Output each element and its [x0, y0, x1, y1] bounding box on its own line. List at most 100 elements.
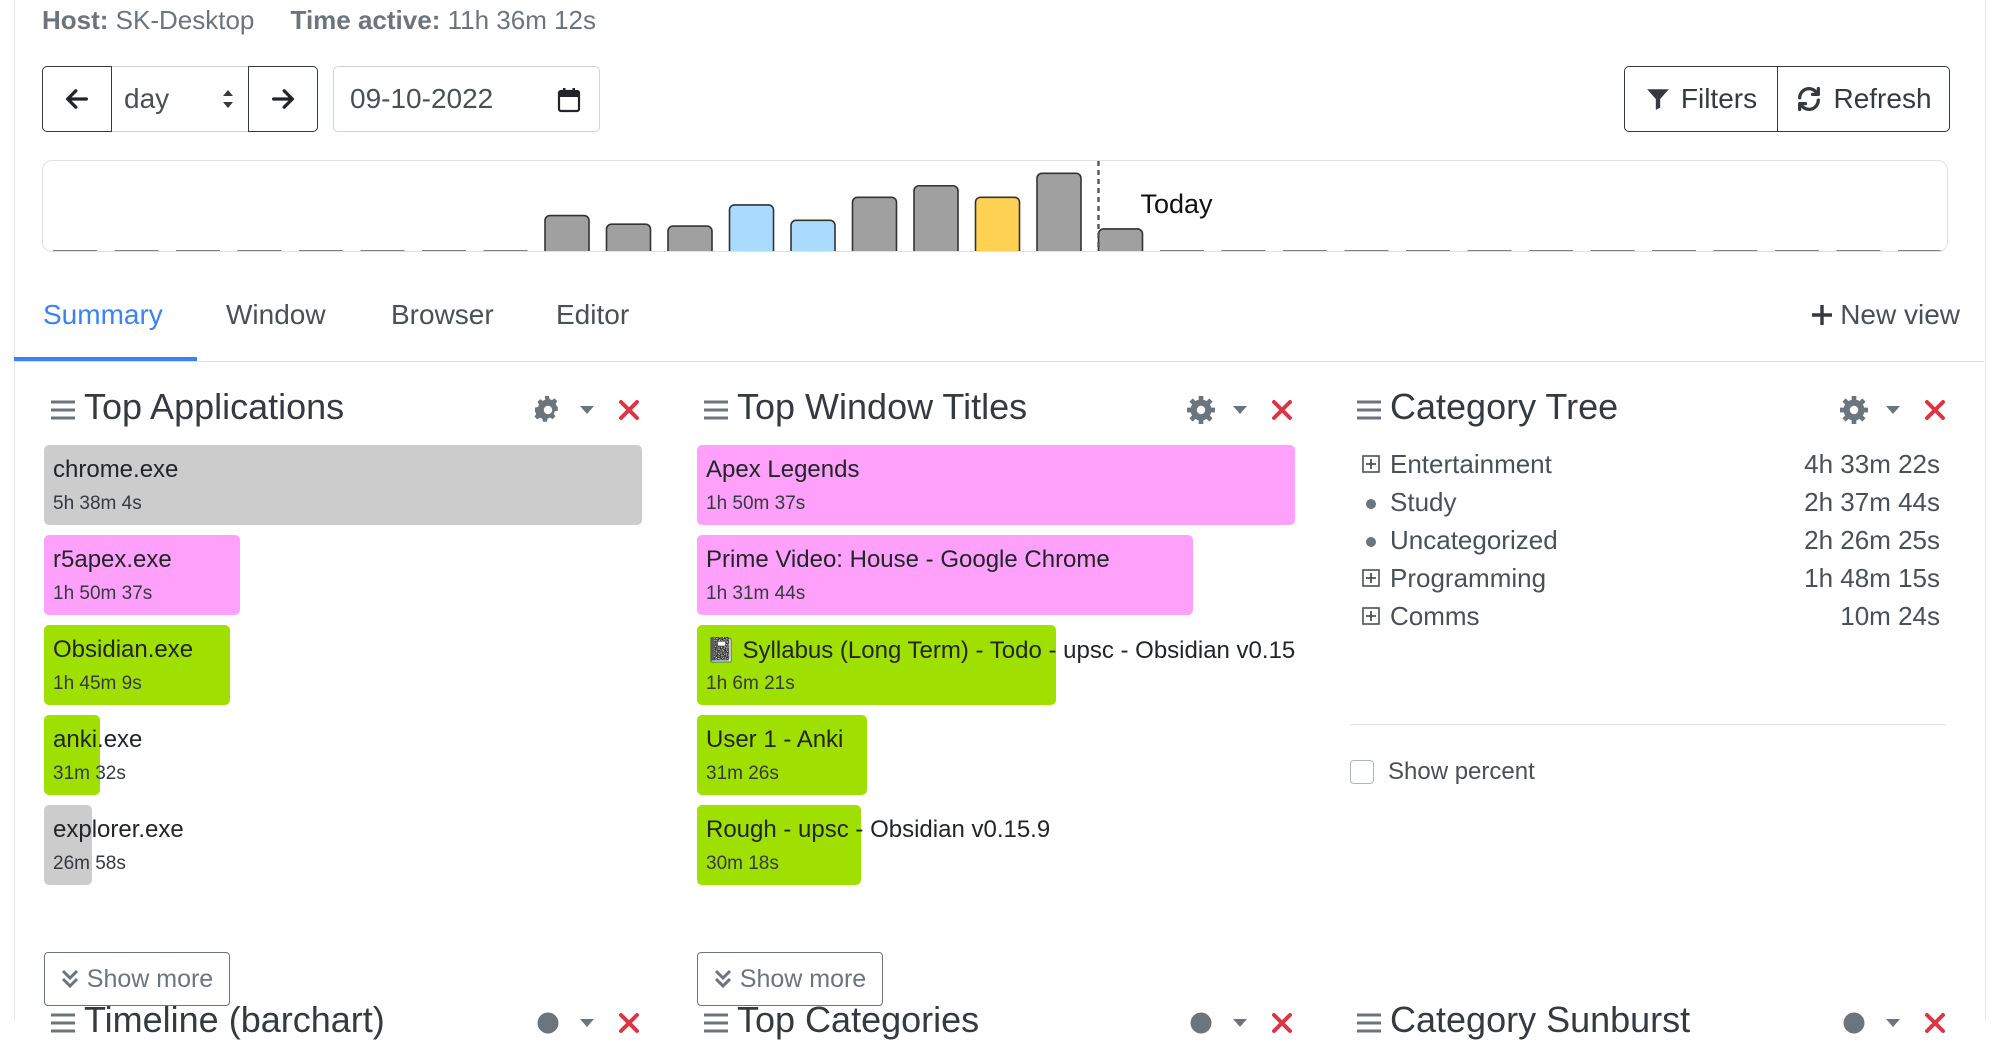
- gear-icon[interactable]: [1187, 396, 1215, 424]
- timeline-day-bar[interactable]: [1097, 228, 1144, 252]
- timeline-day-bar[interactable]: [790, 219, 836, 252]
- caret-down-icon[interactable]: [580, 405, 594, 415]
- time-active-label: Time active:: [290, 5, 441, 35]
- item-name: anki.exe: [53, 726, 143, 753]
- tree-item-entertainment[interactable]: Entertainment 4h 33m 22s: [1350, 445, 1940, 481]
- caret-down-icon[interactable]: [1886, 405, 1900, 415]
- drag-handle-icon[interactable]: [50, 1012, 76, 1034]
- list-item[interactable]: r5apex.exe 1h 50m 37s: [44, 535, 642, 615]
- item-duration: 1h 50m 37s: [53, 583, 153, 604]
- tab-browser[interactable]: Browser: [391, 299, 494, 331]
- gear-icon[interactable]: [534, 1009, 562, 1037]
- list-item[interactable]: Apex Legends 1h 50m 37s: [697, 445, 1295, 525]
- list-item[interactable]: chrome.exe 5h 38m 4s: [44, 445, 642, 525]
- close-icon[interactable]: [1271, 1012, 1293, 1034]
- panel-header: Category Sunburst: [1350, 996, 1950, 1048]
- drag-handle-icon[interactable]: [703, 1012, 729, 1034]
- timeline-day-bar[interactable]: [605, 223, 652, 252]
- close-icon[interactable]: [1271, 399, 1293, 421]
- tree-item-uncategorized[interactable]: Uncategorized 2h 26m 25s: [1350, 521, 1940, 557]
- period-select[interactable]: day: [112, 66, 248, 132]
- tab-editor[interactable]: Editor: [556, 299, 629, 331]
- gear-icon[interactable]: [1840, 1009, 1868, 1037]
- plus-icon: [1812, 305, 1833, 325]
- tree-item-comms[interactable]: Comms 10m 24s: [1350, 597, 1940, 633]
- item-name: r5apex.exe: [53, 546, 172, 573]
- timeline-svg: Today: [53, 161, 1942, 252]
- list-item[interactable]: Obsidian.exe 1h 45m 9s: [44, 625, 642, 705]
- panel-title: Top Categories: [737, 999, 980, 1040]
- timeline-day-bar[interactable]: [667, 225, 713, 252]
- panel-header: Top Window Titles: [697, 383, 1297, 435]
- list-item[interactable]: User 1 - Anki 31m 26s: [697, 715, 1295, 795]
- timeline-day-bar[interactable]: [544, 214, 590, 252]
- caret-down-icon[interactable]: [1233, 405, 1247, 415]
- panel-header: Category Tree: [1350, 383, 1950, 435]
- list-item[interactable]: Rough - upsc - Obsidian v0.15.9 30m 18s: [697, 805, 1295, 885]
- gear-icon[interactable]: [1840, 396, 1868, 424]
- gear-icon[interactable]: [1187, 1009, 1215, 1037]
- show-more-label: Show more: [86, 964, 214, 993]
- period-navigation: day: [42, 66, 318, 132]
- drag-handle-icon[interactable]: [1356, 1012, 1382, 1034]
- next-period-button[interactable]: [248, 66, 318, 132]
- new-view-label: New view: [1840, 299, 1960, 330]
- tree-item-study[interactable]: Study 2h 37m 44s: [1350, 483, 1940, 519]
- gear-icon[interactable]: [534, 396, 562, 424]
- item-duration: 26m 58s: [53, 853, 126, 874]
- category-duration: 2h 37m 44s: [1804, 487, 1940, 517]
- divider: [1350, 724, 1946, 725]
- list-item[interactable]: anki.exe 31m 32s: [44, 715, 642, 795]
- item-name: 📓 Syllabus (Long Term) - Todo - upsc - O…: [706, 637, 1296, 664]
- tab-summary[interactable]: Summary: [43, 299, 163, 331]
- expand-plus-icon[interactable]: [1362, 607, 1380, 625]
- drag-handle-icon[interactable]: [703, 399, 729, 421]
- timeline-day-bar[interactable]: [728, 204, 775, 252]
- panel-title: Category Tree: [1390, 386, 1619, 427]
- category-duration: 2h 26m 25s: [1804, 525, 1940, 555]
- date-input[interactable]: 09-10-2022: [333, 66, 600, 132]
- refresh-button[interactable]: Refresh: [1778, 66, 1950, 132]
- item-name: Obsidian.exe: [53, 636, 194, 663]
- expand-plus-icon[interactable]: [1362, 569, 1380, 587]
- refresh-icon: [1798, 86, 1821, 112]
- show-percent-checkbox[interactable]: [1350, 760, 1374, 784]
- close-icon[interactable]: [618, 1012, 640, 1034]
- category-duration: 4h 33m 22s: [1804, 449, 1940, 479]
- timeline-day-bar[interactable]: [913, 184, 959, 252]
- list-item[interactable]: explorer.exe 26m 58s: [44, 805, 642, 885]
- item-duration: 31m 26s: [706, 763, 779, 784]
- drag-handle-icon[interactable]: [50, 399, 76, 421]
- select-updown-icon: [223, 90, 233, 108]
- category-name: Programming: [1390, 563, 1547, 593]
- new-view-button[interactable]: New view: [1810, 299, 1960, 331]
- timeline-day-bar[interactable]: [974, 196, 1021, 252]
- panel-timeline-barchart: Timeline (barchart): [44, 996, 644, 1048]
- panel-title: Timeline (barchart): [84, 999, 385, 1040]
- item-name: chrome.exe: [53, 456, 179, 483]
- timeline-day-bar[interactable]: [851, 196, 898, 252]
- panel-title: Top Applications: [84, 386, 345, 427]
- item-name: Prime Video: House - Google Chrome: [706, 546, 1110, 573]
- tab-window[interactable]: Window: [226, 299, 326, 331]
- show-percent-toggle[interactable]: Show percent: [1350, 758, 1535, 786]
- tree-item-programming[interactable]: Programming 1h 48m 15s: [1350, 559, 1940, 595]
- close-icon[interactable]: [1924, 1012, 1946, 1034]
- close-icon[interactable]: [618, 399, 640, 421]
- filters-button[interactable]: Filters: [1624, 66, 1778, 132]
- timeline-day-bar[interactable]: [1036, 172, 1082, 252]
- category-name: Comms: [1390, 601, 1480, 631]
- close-icon[interactable]: [1924, 399, 1946, 421]
- item-duration: 5h 38m 4s: [53, 493, 142, 514]
- filters-label: Filters: [1680, 83, 1758, 114]
- list-item[interactable]: Prime Video: House - Google Chrome 1h 31…: [697, 535, 1295, 615]
- double-chevron-down-icon: [61, 969, 78, 989]
- period-value: day: [124, 83, 170, 114]
- expand-plus-icon[interactable]: [1362, 455, 1380, 473]
- drag-handle-icon[interactable]: [1356, 399, 1382, 421]
- category-name: Uncategorized: [1390, 525, 1558, 555]
- list-item[interactable]: 📓 Syllabus (Long Term) - Todo - upsc - O…: [697, 625, 1296, 705]
- calendar-icon[interactable]: [557, 87, 581, 113]
- arrow-left-icon: [66, 89, 88, 109]
- previous-period-button[interactable]: [42, 66, 112, 132]
